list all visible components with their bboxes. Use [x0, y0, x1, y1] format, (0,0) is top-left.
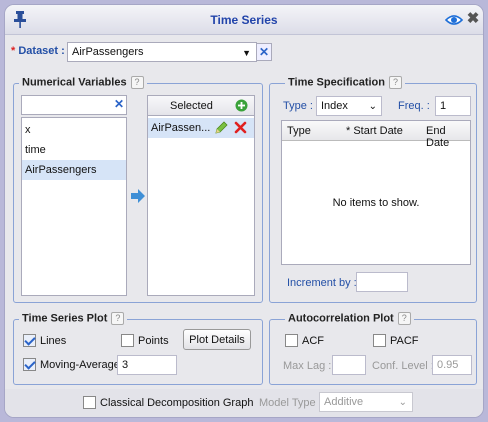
moving-average-input[interactable]: 3 — [117, 355, 177, 375]
dataset-select[interactable]: AirPassengers ▼ — [67, 42, 257, 62]
plot-details-button[interactable]: Plot Details — [183, 329, 251, 350]
classical-decomposition-label: Classical Decomposition Graph — [100, 397, 254, 409]
help-icon[interactable]: ? — [130, 76, 144, 89]
selected-variables-list: Selected AirPassen... — [147, 95, 255, 296]
time-series-plot-title: Time Series Plot? — [19, 312, 128, 325]
autocorrelation-plot-title-text: Autocorrelation Plot — [288, 312, 394, 325]
arrow-right-icon[interactable] — [130, 189, 146, 203]
numerical-variables-title: Numerical Variables? — [19, 76, 147, 89]
conf-level-value: 0.95 — [437, 359, 459, 371]
time-series-plot-title-text: Time Series Plot — [22, 312, 108, 325]
increment-input[interactable] — [356, 272, 408, 292]
pacf-checkbox[interactable] — [373, 334, 386, 347]
type-select[interactable]: Index ⌄ — [316, 96, 382, 116]
lines-checkbox[interactable] — [23, 334, 36, 347]
dataset-label-text: Dataset : — [18, 45, 65, 57]
acf-checkbox[interactable] — [285, 334, 298, 347]
autocorrelation-plot-group — [269, 319, 477, 385]
empty-table-message: No items to show. — [332, 197, 420, 209]
selected-header-label: Selected — [170, 100, 213, 112]
help-icon[interactable]: ? — [397, 312, 411, 325]
points-checkbox[interactable] — [121, 334, 134, 347]
type-label: Type : — [283, 100, 313, 112]
type-select-value: Index — [321, 100, 348, 112]
model-type-value: Additive — [324, 396, 364, 408]
lines-label: Lines — [40, 335, 67, 347]
edit-pencil-icon[interactable] — [214, 121, 228, 135]
delete-icon[interactable] — [234, 121, 247, 134]
chevron-down-icon: ⌄ — [368, 101, 377, 112]
clear-dataset-button[interactable]: ✕ — [256, 43, 272, 61]
close-icon[interactable]: ✖ — [465, 11, 481, 27]
selected-header: Selected — [148, 96, 254, 116]
required-mark: * — [11, 45, 16, 57]
model-type-label: Model Type : — [259, 397, 322, 409]
help-icon[interactable]: ? — [389, 76, 402, 89]
moving-average-checkbox[interactable] — [23, 358, 36, 371]
dataset-select-value: AirPassengers — [72, 46, 144, 58]
column-header-type[interactable]: Type — [287, 125, 311, 137]
selected-item-label: AirPassen... — [151, 122, 211, 134]
time-spec-table: Type * Start Date End Date No items to s… — [281, 120, 471, 265]
selected-list-item[interactable]: AirPassen... — [148, 118, 254, 138]
pacf-label: PACF — [390, 335, 419, 347]
column-header-start-date[interactable]: * Start Date — [346, 125, 403, 137]
clear-search-button[interactable]: ✕ — [111, 96, 127, 114]
freq-label: Freq. : — [398, 100, 430, 112]
acf-label: ACF — [302, 335, 324, 347]
freq-input[interactable]: 1 — [435, 96, 471, 116]
time-specification-title-text: Time Specification — [288, 76, 385, 89]
conf-level-input[interactable]: 0.95 — [432, 355, 472, 375]
eye-icon[interactable] — [445, 13, 463, 27]
freq-value: 1 — [440, 100, 447, 112]
points-label: Points — [138, 335, 169, 347]
classical-decomposition-checkbox[interactable] — [83, 396, 96, 409]
list-item[interactable]: x — [22, 120, 126, 140]
time-series-dialog: Time Series ✖ * Dataset : AirPassengers … — [4, 4, 484, 418]
list-item[interactable]: time — [22, 140, 126, 160]
available-variables-list: x time AirPassengers — [21, 117, 127, 296]
time-specification-title: Time Specification? — [285, 76, 405, 89]
conf-level-label: Conf. Level : — [372, 360, 434, 372]
window-title: Time Series — [210, 13, 278, 27]
column-header-end-date[interactable]: End Date — [426, 125, 470, 149]
increment-label: Increment by : — [287, 277, 357, 289]
help-icon[interactable]: ? — [111, 312, 125, 325]
max-lag-input[interactable] — [332, 355, 366, 375]
model-type-select[interactable]: Additive ⌄ — [319, 392, 413, 412]
numerical-variables-title-text: Numerical Variables — [22, 76, 127, 89]
moving-average-value: 3 — [122, 359, 129, 371]
add-icon[interactable] — [235, 99, 248, 112]
moving-average-label: Moving-Average — [40, 359, 120, 371]
chevron-down-icon: ▼ — [242, 48, 251, 58]
max-lag-label: Max Lag : — [283, 360, 332, 372]
autocorrelation-plot-title: Autocorrelation Plot? — [285, 312, 414, 325]
dataset-label: * Dataset : — [11, 45, 65, 57]
chevron-down-icon: ⌄ — [398, 397, 407, 408]
title-bar: Time Series ✖ — [5, 5, 483, 35]
table-header: Type * Start Date End Date — [282, 121, 470, 149]
list-item[interactable]: AirPassengers — [22, 160, 126, 180]
